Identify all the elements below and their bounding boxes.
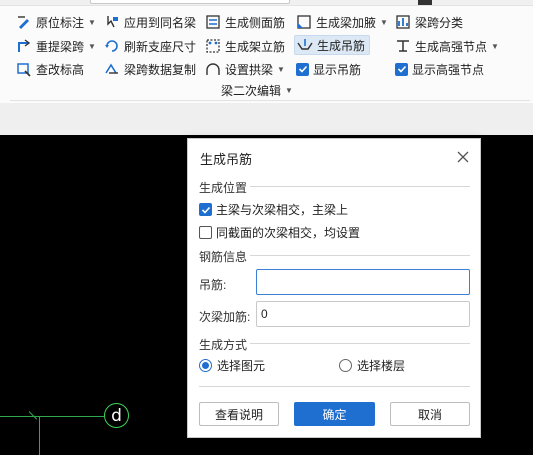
original-annotation-button[interactable]: 原位标注 ▼ (16, 12, 96, 32)
original-annotation-icon (16, 14, 32, 30)
hanger-input[interactable] (256, 269, 470, 295)
ribbon-top-strip (0, 0, 533, 6)
option-same-section-checkbox[interactable]: 同截面的次梁相交，均设置 (199, 224, 360, 241)
span-classify-button[interactable]: 梁跨分类 (395, 12, 463, 32)
secondary-field-label: 次梁加筋: (199, 310, 251, 324)
arch-beam-icon (205, 61, 221, 77)
checkbox-checked-icon (296, 62, 309, 76)
dialog-title: 生成吊筋 (200, 152, 253, 167)
section-divider (250, 186, 470, 187)
hanger-rebar-icon (297, 37, 313, 53)
ribbon-divider (10, 100, 530, 101)
hanger-field-label: 吊筋: (199, 278, 227, 292)
option-main-secondary-checkbox[interactable]: 主梁与次梁相交，主梁上 (199, 201, 348, 218)
radio-selected-icon (199, 359, 212, 372)
high-strength-node-icon (395, 38, 411, 54)
ribbon-bottom-bar (0, 103, 533, 135)
copy-span-data-icon (104, 61, 120, 77)
apply-same-name-icon (104, 14, 120, 30)
chevron-down-icon[interactable]: ▼ (285, 86, 293, 95)
chevron-down-icon[interactable]: ▼ (88, 42, 96, 51)
side-rebar-button[interactable]: 生成侧面筋 (205, 12, 285, 32)
ribbon-group-label[interactable]: 梁二次编辑 ▼ (221, 82, 293, 98)
chevron-down-icon[interactable]: ▼ (380, 18, 388, 27)
erection-rebar-button[interactable]: 生成架立筋 (205, 36, 285, 56)
close-icon[interactable] (455, 149, 471, 165)
checkbox-checked-icon (395, 62, 408, 76)
copy-span-data-button[interactable]: 梁跨数据复制 (104, 59, 196, 79)
apply-same-name-button[interactable]: 应用到同名梁 (104, 12, 196, 32)
radio-unselected-icon (339, 359, 352, 372)
axis-bubble[interactable]: d (104, 403, 129, 428)
re-extract-span-button[interactable]: 重提梁跨 ▼ (16, 36, 96, 56)
checkbox-checked-icon (199, 203, 212, 216)
section-divider (250, 343, 470, 344)
check-elevation-button[interactable]: 查改标高 (16, 59, 84, 79)
erection-rebar-icon (205, 38, 221, 54)
refresh-support-button[interactable]: 刷新支座尺寸 (104, 36, 196, 56)
beam-haunch-icon (296, 14, 312, 30)
beam-haunch-button[interactable]: 生成梁加腋 ▼ (296, 12, 388, 32)
show-high-strength-node-checkbox[interactable]: 显示高强节点 (395, 59, 484, 79)
section-label-rebar: 钢筋信息 (199, 250, 248, 264)
section-label-position: 生成位置 (199, 181, 248, 195)
chevron-down-icon[interactable]: ▼ (277, 65, 285, 74)
side-rebar-icon (205, 14, 221, 30)
secondary-rebar-input[interactable] (256, 301, 470, 327)
section-label-method: 生成方式 (199, 338, 248, 352)
search-box-partial[interactable] (90, 0, 290, 4)
high-strength-node-button[interactable]: 生成高强节点 ▼ (395, 36, 499, 56)
ribbon: 原位标注 ▼ 重提梁跨 ▼ 查改标高 应用到同名梁 刷新支座尺寸 梁跨数据复制 生成… (0, 0, 533, 103)
check-elevation-icon (16, 61, 32, 77)
user-avatar-partial (418, 0, 432, 5)
re-extract-span-icon (16, 38, 32, 54)
checkbox-unchecked-icon (199, 226, 212, 239)
axis-line-horizontal (0, 416, 104, 417)
radio-select-floor[interactable]: 选择楼层 (339, 357, 405, 374)
span-classify-icon (395, 14, 411, 30)
axis-line-vertical (39, 416, 40, 455)
hanger-rebar-dialog: 生成吊筋 生成位置 主梁与次梁相交，主梁上 同截面的次梁相交，均设置 钢筋信息 … (187, 138, 481, 438)
section-divider (250, 255, 470, 256)
chevron-down-icon[interactable]: ▼ (88, 18, 96, 27)
refresh-support-icon (104, 38, 120, 54)
arch-beam-button[interactable]: 设置拱梁 ▼ (205, 59, 285, 79)
hanger-rebar-button[interactable]: 生成吊筋 (294, 35, 371, 55)
button-divider (199, 386, 470, 387)
cancel-button[interactable]: 取消 (390, 402, 470, 426)
ok-button[interactable]: 确定 (294, 402, 375, 426)
view-help-button[interactable]: 查看说明 (199, 402, 279, 426)
chevron-down-icon[interactable]: ▼ (491, 42, 499, 51)
radio-select-element[interactable]: 选择图元 (199, 357, 265, 374)
show-hanger-checkbox[interactable]: 显示吊筋 (296, 59, 361, 79)
